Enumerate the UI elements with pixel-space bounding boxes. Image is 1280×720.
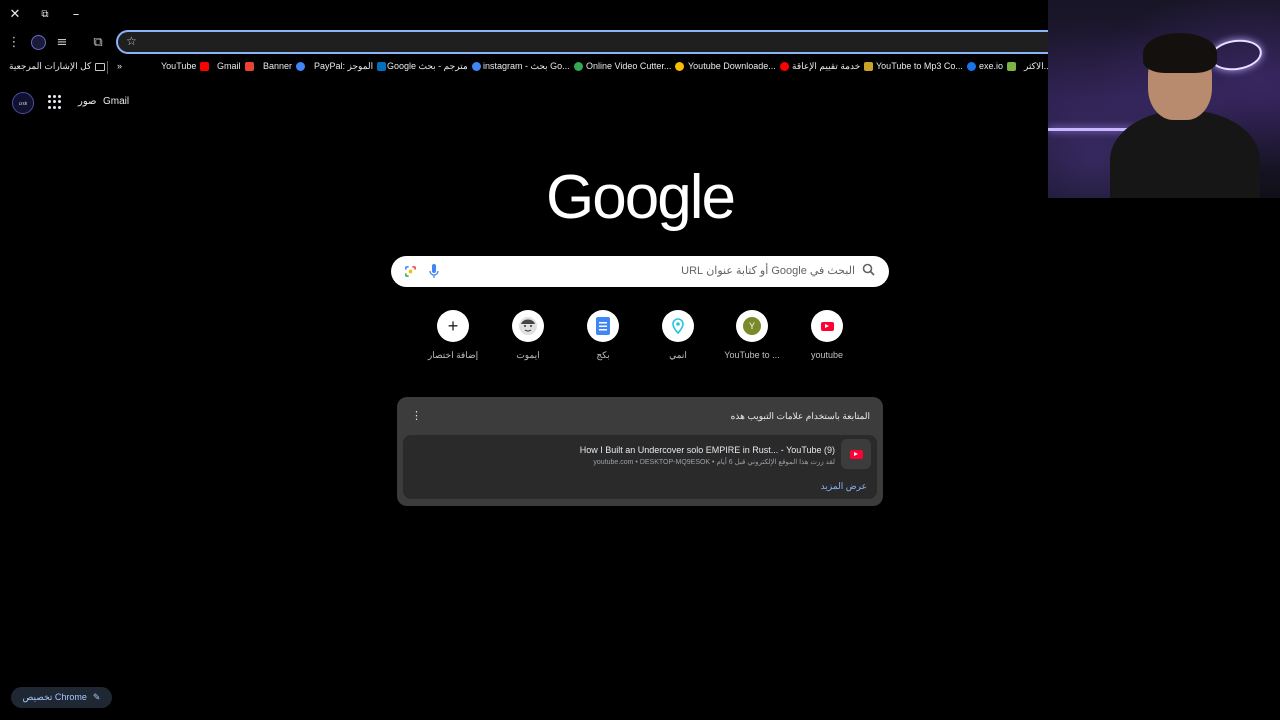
youtube-favicon-icon — [200, 61, 210, 71]
journey-item[interactable]: How I Built an Undercover solo EMPIRE in… — [403, 435, 877, 499]
bookmark-label: YouTube — [161, 61, 197, 71]
show-more-link[interactable]: عرض المزيد — [821, 481, 867, 492]
all-bookmarks-label: كل الإشارات المرجعية — [9, 61, 92, 71]
bookmark-label: Banner — [263, 61, 293, 71]
youtube-icon — [841, 439, 871, 469]
streamer-hair — [1143, 33, 1217, 73]
journey-item-subtitle: youtube.com • DESKTOP-MQ9ESOK • لقد زرت … — [593, 459, 835, 466]
shortcut-label: إضافة اختصار — [427, 350, 479, 360]
images-link[interactable]: صور — [78, 96, 97, 107]
address-bar[interactable]: ☆ — [116, 30, 1056, 54]
face-icon — [512, 310, 544, 342]
voice-search-icon[interactable] — [429, 264, 439, 279]
bookmark-banner[interactable]: Banner — [263, 61, 306, 71]
bookmarks-bar: كل الإشارات المرجعية » YouTube Gmail Ban… — [0, 57, 1051, 77]
shortcut-label: بكج — [596, 350, 610, 360]
shortcut-emote[interactable]: ايموت — [490, 310, 566, 370]
profile-avatar[interactable] — [31, 35, 46, 50]
youtube-icon — [811, 310, 843, 342]
google-favicon-icon — [471, 62, 481, 71]
video-cutter-favicon-icon — [675, 61, 685, 71]
bookmark-label: Gmail — [217, 61, 241, 71]
bookmark-exe-io[interactable]: exe.io — [979, 61, 1017, 71]
google-favicon-icon — [573, 62, 583, 71]
google-lens-icon[interactable] — [404, 265, 417, 278]
card-title: المتابعة باستخدام علامات التبويب هذه — [730, 411, 870, 421]
bookmark-label: YouTube to Mp3 Co... — [876, 61, 963, 71]
restore-window-icon[interactable]: ⧉ — [35, 4, 55, 24]
plus-icon: + — [437, 310, 469, 342]
bookmark-google-translate[interactable]: Google مترجم - بحث — [387, 61, 481, 72]
card-menu-icon[interactable]: ⋮ — [411, 409, 422, 422]
bookmark-paypal[interactable]: PayPal: الموجز — [314, 61, 387, 72]
close-window-icon[interactable]: ✕ — [5, 4, 25, 24]
shortcut-label: ايموت — [516, 350, 540, 360]
bookmark-label: Youtube Downloade... — [688, 61, 776, 71]
mp3-converter-favicon-icon — [966, 61, 976, 71]
google-logo: Google — [546, 163, 736, 232]
y-letter-icon: Y — [736, 310, 768, 342]
bookmark-disability-service[interactable]: خدمة تقييم الإعاقة — [792, 61, 874, 72]
extensions-icon[interactable]: ⧉ — [88, 32, 108, 52]
webcam-overlay — [1048, 0, 1280, 198]
search-placeholder: البحث في Google أو كتابة عنوان URL — [681, 265, 855, 277]
folder-icon — [95, 62, 106, 71]
bookmark-label: PayPal: الموجز — [314, 61, 374, 71]
shortcut-label: youtube — [810, 350, 844, 360]
bookmark-star-icon[interactable]: ☆ — [126, 34, 137, 48]
shortcut-youtube[interactable]: youtube — [789, 310, 865, 370]
shortcut-package[interactable]: بكج — [565, 310, 641, 370]
paypal-favicon-icon — [377, 62, 387, 71]
account-avatar[interactable]: crsh — [12, 92, 34, 114]
journey-item-title: How I Built an Undercover solo EMPIRE in… — [579, 445, 835, 455]
title-bar: ✕ ⧉ – — [0, 0, 1048, 28]
bookmark-label: Online Video Cutter... — [586, 61, 672, 71]
google-apps-icon[interactable] — [48, 95, 62, 109]
browser-menu-icon[interactable]: ⋮ — [4, 32, 24, 52]
customize-chrome-button[interactable]: تخصيص Chrome ✎ — [11, 687, 112, 708]
bookmark-label: خدمة تقييم الإعاقة — [792, 61, 861, 71]
bookmark-youtube-to-mp3[interactable]: YouTube to Mp3 Co... — [876, 61, 976, 71]
shortcut-add[interactable]: + إضافة اختصار — [415, 310, 491, 370]
bookmark-label: instagram - بحث Go... — [483, 61, 570, 71]
shortcut-anime[interactable]: انمي — [640, 310, 716, 370]
customize-label: تخصيص Chrome — [22, 692, 87, 702]
gmail-favicon-icon — [244, 61, 254, 71]
bookmark-gmail[interactable]: Gmail — [217, 61, 254, 71]
bookmarks-overflow-button[interactable]: » — [117, 61, 122, 71]
all-bookmarks-folder[interactable]: كل الإشارات المرجعية — [9, 61, 106, 72]
exe-io-favicon-icon — [1007, 61, 1017, 71]
continue-tabs-card: ⋮ المتابعة باستخدام علامات التبويب هذه H… — [397, 397, 883, 506]
banner-favicon-icon — [296, 61, 306, 71]
minimize-window-icon[interactable]: – — [66, 4, 86, 24]
shortcut-label: انمي — [669, 350, 687, 360]
bookmark-label: exe.io — [979, 61, 1004, 71]
service-favicon-icon — [864, 62, 874, 71]
location-pin-icon — [662, 310, 694, 342]
gmail-link[interactable]: Gmail — [103, 96, 129, 107]
bookmark-label: Google مترجم - بحث — [387, 61, 468, 71]
bookmark-youtube[interactable]: YouTube — [161, 61, 210, 71]
shortcut-youtube-to[interactable]: Y YouTube to ... — [714, 310, 790, 370]
docs-icon — [587, 310, 619, 342]
bookmarks-divider — [107, 61, 108, 74]
search-box[interactable]: البحث في Google أو كتابة عنوان URL — [391, 256, 889, 287]
reading-list-icon[interactable]: ≡ — [52, 32, 72, 52]
bookmark-instagram-search[interactable]: instagram - بحث Go... — [483, 61, 583, 72]
downloader-favicon-icon — [779, 61, 789, 71]
bookmark-video-cutter[interactable]: Online Video Cutter... — [586, 61, 685, 71]
bookmark-youtube-downloader[interactable]: Youtube Downloade... — [688, 61, 789, 71]
shortcut-label: YouTube to ... — [724, 350, 780, 360]
search-icon — [862, 263, 875, 276]
pencil-icon: ✎ — [92, 692, 101, 702]
